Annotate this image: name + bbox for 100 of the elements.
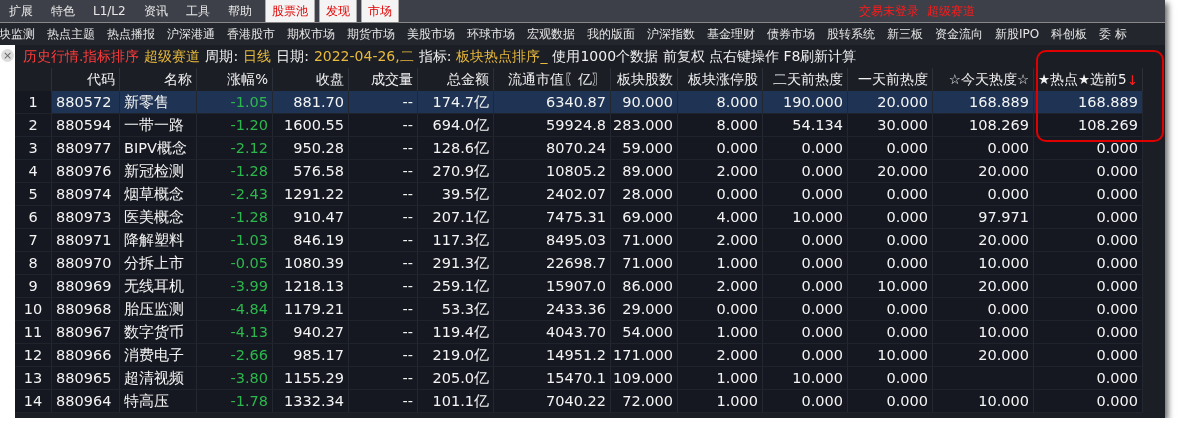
nav-item[interactable]: 基金理财 — [707, 25, 761, 43]
table-cell: 171.000 — [611, 344, 678, 367]
row-number: 5 — [15, 183, 52, 206]
nav-item[interactable]: 宏观数据 — [527, 25, 581, 43]
table-cell: 89.000 — [611, 160, 678, 183]
table-cell: -- — [349, 298, 418, 321]
table-cell: 0.000 — [848, 321, 933, 344]
table-cell: 101.1亿 — [418, 390, 494, 413]
nav-item[interactable]: 委 标 — [1099, 25, 1134, 43]
menu-item[interactable]: 资讯 — [134, 0, 177, 22]
table-cell: 0.000 — [763, 344, 848, 367]
nav-item[interactable]: 新三板 — [887, 25, 929, 43]
table-cell: 4.000 — [678, 206, 763, 229]
table-cell: 0.000 — [1034, 137, 1143, 160]
nav-item[interactable]: 期货市场 — [347, 25, 401, 43]
table-cell: 0.000 — [1034, 183, 1143, 206]
table-cell: 10.000 — [848, 275, 933, 298]
table-cell: 69.000 — [611, 206, 678, 229]
table-cell: 医美概念 — [120, 206, 197, 229]
table-cell: 109.000 — [611, 367, 678, 390]
table-cell: 2433.36 — [494, 298, 611, 321]
table-cell: -- — [349, 114, 418, 137]
table-cell: 2.000 — [678, 275, 763, 298]
nav-item[interactable]: 香港股市 — [227, 25, 281, 43]
nav-item[interactable]: 资金流向 — [935, 25, 989, 43]
nav-item[interactable]: 债券市场 — [767, 25, 821, 43]
nav-item[interactable]: 环球市场 — [467, 25, 521, 43]
nav-item[interactable]: 热点播报 — [107, 25, 161, 43]
row-number: 1 — [15, 91, 52, 114]
nav-item[interactable]: 热点主题 — [47, 25, 101, 43]
table-cell: 940.27 — [273, 321, 349, 344]
menu-tab[interactable]: 发现 — [318, 0, 357, 22]
row-number: 14 — [15, 390, 52, 413]
table-cell: -1.03 — [197, 229, 273, 252]
nav-item[interactable]: 沪深指数 — [647, 25, 701, 43]
table-cell: 15907.0 — [494, 275, 611, 298]
table-cell: 30.000 — [848, 114, 933, 137]
table-cell: 29.000 — [611, 298, 678, 321]
menu-item[interactable]: 扩展 — [0, 0, 42, 22]
menu-item[interactable]: 工具 — [176, 0, 219, 22]
table-cell: -- — [349, 390, 418, 413]
table-cell: 168.889 — [933, 91, 1034, 114]
info-label: 日期: — [276, 47, 309, 66]
nav-item[interactable]: 科创板 — [1051, 25, 1094, 43]
table-cell: -- — [349, 367, 418, 390]
table-cell: 39.5亿 — [418, 183, 494, 206]
table-cell: 880974 — [52, 183, 120, 206]
table-cell: -2.12 — [197, 137, 273, 160]
table-cell: -3.99 — [197, 275, 273, 298]
table-cell: 1.000 — [678, 252, 763, 275]
table-cell: -2.43 — [197, 183, 273, 206]
table-cell: 72.000 — [611, 390, 678, 413]
menu-tab[interactable]: 市场 — [360, 0, 399, 22]
table-cell: 128.6亿 — [418, 137, 494, 160]
table-cell: 1332.34 — [273, 390, 349, 413]
menu-item[interactable]: L1/L2 — [84, 0, 135, 22]
table-cell: 0.000 — [848, 390, 933, 413]
table-cell: 10.000 — [763, 206, 848, 229]
table-cell: -- — [349, 206, 418, 229]
menu-item[interactable]: 特色 — [42, 0, 84, 22]
table-cell: 0.000 — [1034, 275, 1143, 298]
table-cell: 数字货币 — [120, 321, 197, 344]
table-cell: 6340.87 — [494, 91, 611, 114]
row-number: 3 — [15, 137, 52, 160]
row-number: 10 — [15, 298, 52, 321]
nav-item[interactable]: 股转系统 — [827, 25, 881, 43]
table-cell: -1.28 — [197, 160, 273, 183]
table-cell: -- — [349, 344, 418, 367]
table-cell: 0.000 — [1034, 344, 1143, 367]
table-cell: -1.28 — [197, 206, 273, 229]
table-cell: 20.000 — [933, 344, 1034, 367]
nav-item[interactable]: 沪深港通 — [167, 25, 221, 43]
table-cell: 1291.22 — [273, 183, 349, 206]
table-cell: 2.000 — [678, 344, 763, 367]
nav-item[interactable]: 美股市场 — [407, 25, 461, 43]
nav-item[interactable]: 期权市场 — [287, 25, 341, 43]
table-cell: 2402.07 — [494, 183, 611, 206]
login-status: 交易未登录 超级赛道 — [859, 2, 975, 20]
close-button[interactable]: × — [1, 49, 14, 62]
table-cell: 881.70 — [273, 91, 349, 114]
sort-indicator: ↓ — [1126, 71, 1138, 88]
menu-tab[interactable]: 股票池 — [264, 0, 315, 22]
table-cell: 0.000 — [678, 298, 763, 321]
row-number: 2 — [15, 114, 52, 137]
nav-item[interactable]: 新股IPO — [995, 25, 1046, 43]
info-label: 指标: — [418, 47, 452, 66]
table-cell: 880967 — [52, 321, 120, 344]
table-cell: 降解塑料 — [120, 229, 197, 252]
nav-item[interactable]: 我的版面 — [587, 25, 641, 43]
table-cell: 207.1亿 — [418, 206, 494, 229]
table-cell: 28.000 — [611, 183, 678, 206]
table-cell: 108.269 — [1034, 114, 1143, 137]
menu-item[interactable]: 帮助 — [218, 0, 261, 22]
table-cell: 消费电子 — [120, 344, 197, 367]
table-cell: 新冠检测 — [120, 160, 197, 183]
row-number: 9 — [15, 275, 52, 298]
table-cell: 0.000 — [933, 183, 1034, 206]
table-cell: 0.000 — [763, 183, 848, 206]
table-cell: 10.000 — [933, 390, 1034, 413]
table-cell: 174.7亿 — [418, 91, 494, 114]
